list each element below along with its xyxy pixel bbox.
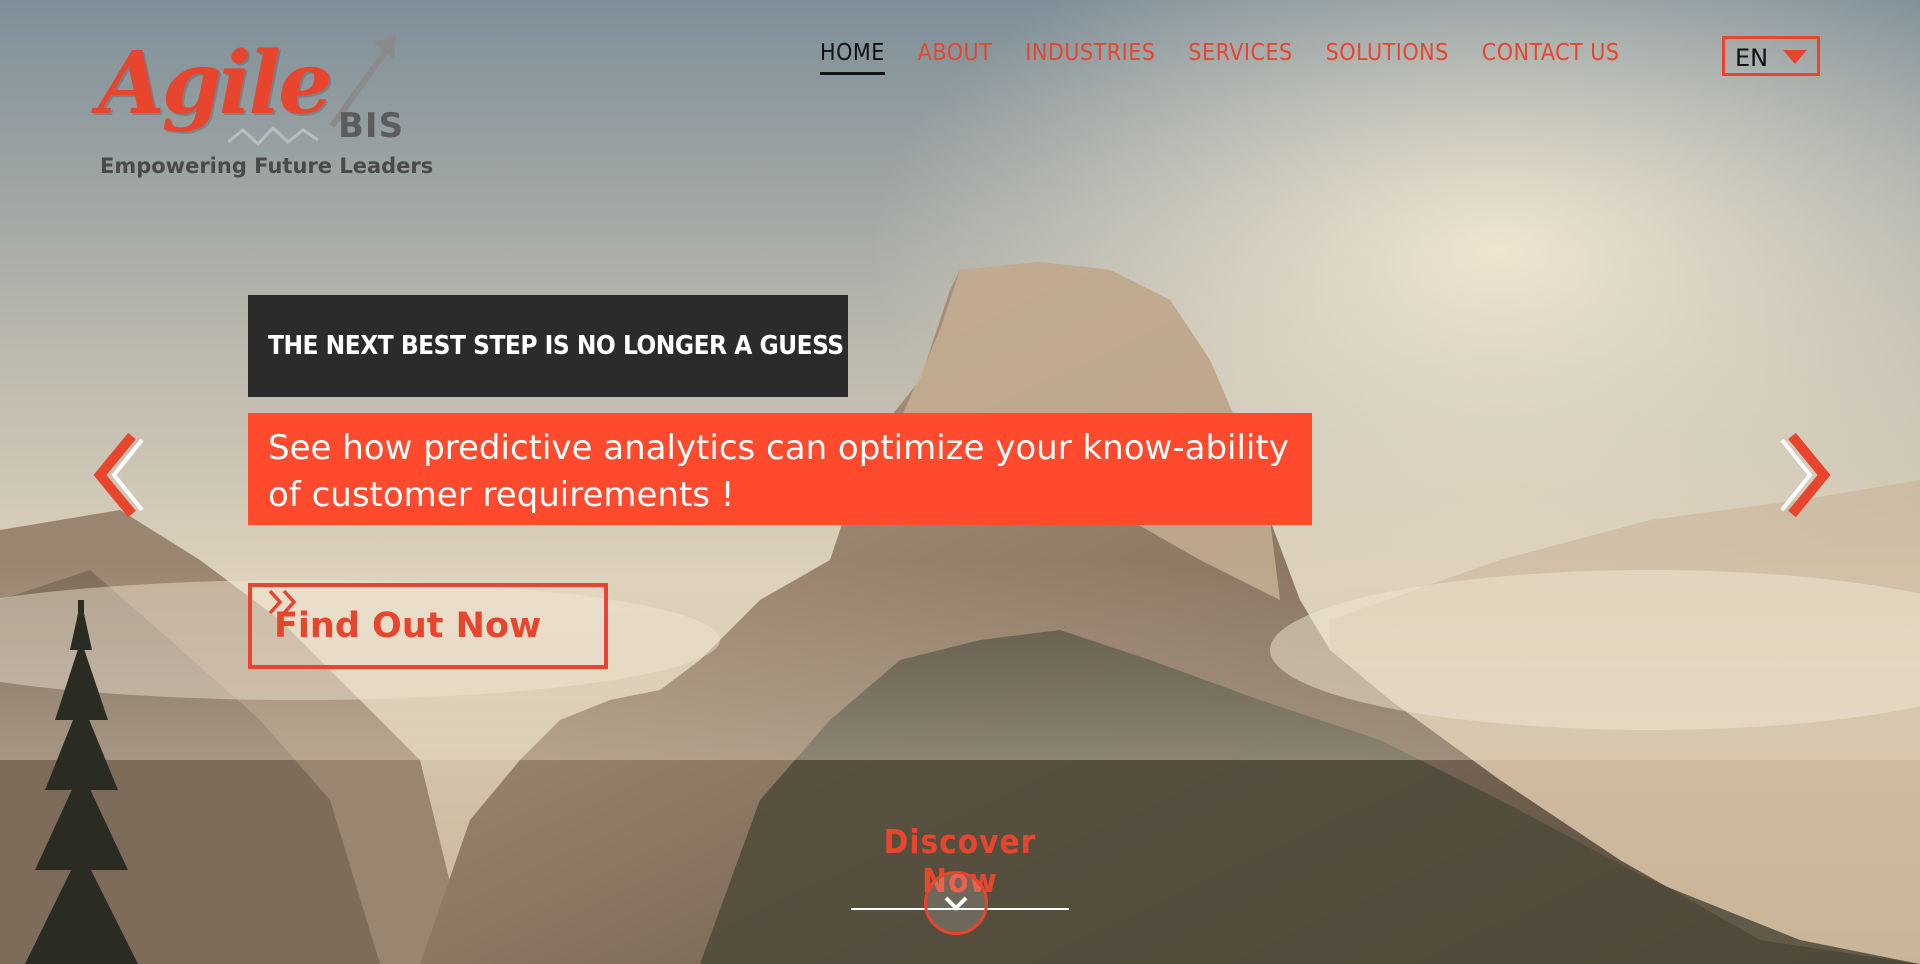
slide-subtext: See how predictive analytics can optimiz… [248,413,1312,525]
caret-down-icon [1783,50,1807,64]
nav-item-home[interactable]: HOME [820,40,885,75]
discover-section: Discover Now [850,822,1070,935]
nav-item-solutions[interactable]: SOLUTIONS [1326,40,1449,75]
language-label: EN [1735,44,1769,72]
slider-prev-button[interactable] [92,430,152,520]
find-out-now-button[interactable]: Find Out Now [248,583,608,669]
cta-label: Find Out Now [274,606,542,646]
logo-tagline: Empowering Future Leaders [100,154,434,178]
slide-headline: THE NEXT BEST STEP IS NO LONGER A GUESS [248,295,848,397]
logo-wave-icon [228,125,318,147]
scroll-down-button[interactable] [924,871,988,935]
slider-next-button[interactable] [1772,430,1832,520]
hero-background: Agile BIS Empowering Future Leaders HOME… [0,0,1920,964]
logo[interactable]: Agile BIS Empowering Future Leaders [98,33,433,184]
chevron-left-icon [93,432,144,518]
logo-subtitle: BIS [338,106,405,146]
double-chevron-right-icon [268,589,297,615]
logo-wordmark: Agile [98,33,333,134]
main-nav: HOME ABOUT INDUSTRIES SERVICES SOLUTIONS… [820,40,1653,75]
chevron-down-icon [944,896,968,911]
chevron-right-icon [1780,432,1831,518]
language-selector[interactable]: EN [1722,36,1820,76]
nav-item-industries[interactable]: INDUSTRIES [1025,40,1155,75]
nav-item-services[interactable]: SERVICES [1188,40,1292,75]
nav-item-about[interactable]: ABOUT [918,40,993,75]
nav-item-contact-us[interactable]: CONTACT US [1482,40,1620,75]
